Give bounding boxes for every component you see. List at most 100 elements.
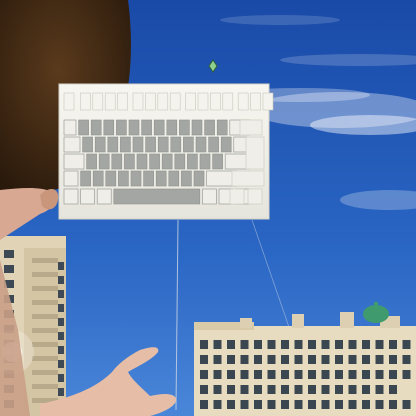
window (335, 400, 343, 409)
window (295, 400, 303, 409)
key (137, 154, 147, 169)
function-key (80, 93, 90, 110)
window (200, 385, 208, 394)
window (335, 355, 343, 364)
window (295, 340, 303, 349)
function-key (223, 93, 233, 110)
window (322, 400, 330, 409)
key (232, 171, 264, 186)
function-key (64, 93, 74, 110)
window (200, 340, 208, 349)
key (106, 171, 116, 186)
window (308, 340, 316, 349)
function-key (251, 93, 261, 110)
window (268, 370, 276, 379)
window (322, 370, 330, 379)
window (376, 355, 384, 364)
key (97, 189, 111, 204)
window (362, 340, 370, 349)
window (58, 304, 64, 312)
window (335, 340, 343, 349)
window (349, 355, 357, 364)
function-key (158, 93, 168, 110)
function-key (198, 93, 208, 110)
key (213, 154, 223, 169)
window (241, 385, 249, 394)
function-key (170, 93, 180, 110)
window (376, 370, 384, 379)
window (295, 385, 303, 394)
window (214, 400, 222, 409)
photo-scene (0, 0, 416, 416)
key (118, 171, 128, 186)
window (322, 355, 330, 364)
window (349, 385, 357, 394)
window (403, 400, 411, 409)
balcony (32, 328, 58, 333)
balcony (32, 272, 58, 277)
window (227, 370, 235, 379)
window (335, 385, 343, 394)
key (217, 120, 227, 135)
key (248, 189, 262, 204)
key (200, 154, 210, 169)
function-key (210, 93, 220, 110)
key (124, 154, 134, 169)
key (83, 137, 93, 152)
balcony (32, 300, 58, 305)
window (58, 276, 64, 284)
function-key (118, 93, 128, 110)
window (376, 340, 384, 349)
window (227, 355, 235, 364)
balcony (32, 286, 58, 291)
window (200, 355, 208, 364)
key (183, 137, 193, 152)
key (150, 154, 160, 169)
key (133, 137, 143, 152)
key (64, 137, 80, 152)
window (308, 400, 316, 409)
balcony (32, 356, 58, 361)
function-key (263, 93, 273, 110)
key (192, 120, 202, 135)
key (144, 171, 154, 186)
window (295, 355, 303, 364)
window (308, 355, 316, 364)
key (93, 171, 103, 186)
key (246, 137, 264, 169)
function-key (93, 93, 103, 110)
key (209, 137, 219, 152)
key (81, 171, 91, 186)
window (322, 385, 330, 394)
window (389, 340, 397, 349)
key (169, 171, 179, 186)
window (403, 370, 411, 379)
window (281, 400, 289, 409)
key (114, 189, 200, 204)
balcony (32, 314, 58, 319)
window (281, 340, 289, 349)
window (268, 340, 276, 349)
key (179, 120, 189, 135)
balcony (32, 342, 58, 347)
key (95, 137, 105, 152)
function-key (133, 93, 143, 110)
key (146, 137, 156, 152)
window (200, 400, 208, 409)
key (175, 154, 185, 169)
window (4, 265, 14, 273)
window (349, 340, 357, 349)
key (187, 154, 197, 169)
window (254, 385, 262, 394)
key (181, 171, 191, 186)
key (142, 120, 152, 135)
key (120, 137, 130, 152)
window (214, 355, 222, 364)
window (268, 385, 276, 394)
window (254, 370, 262, 379)
key (234, 137, 248, 152)
window (241, 370, 249, 379)
window (389, 385, 397, 394)
window (214, 385, 222, 394)
key (131, 171, 141, 186)
